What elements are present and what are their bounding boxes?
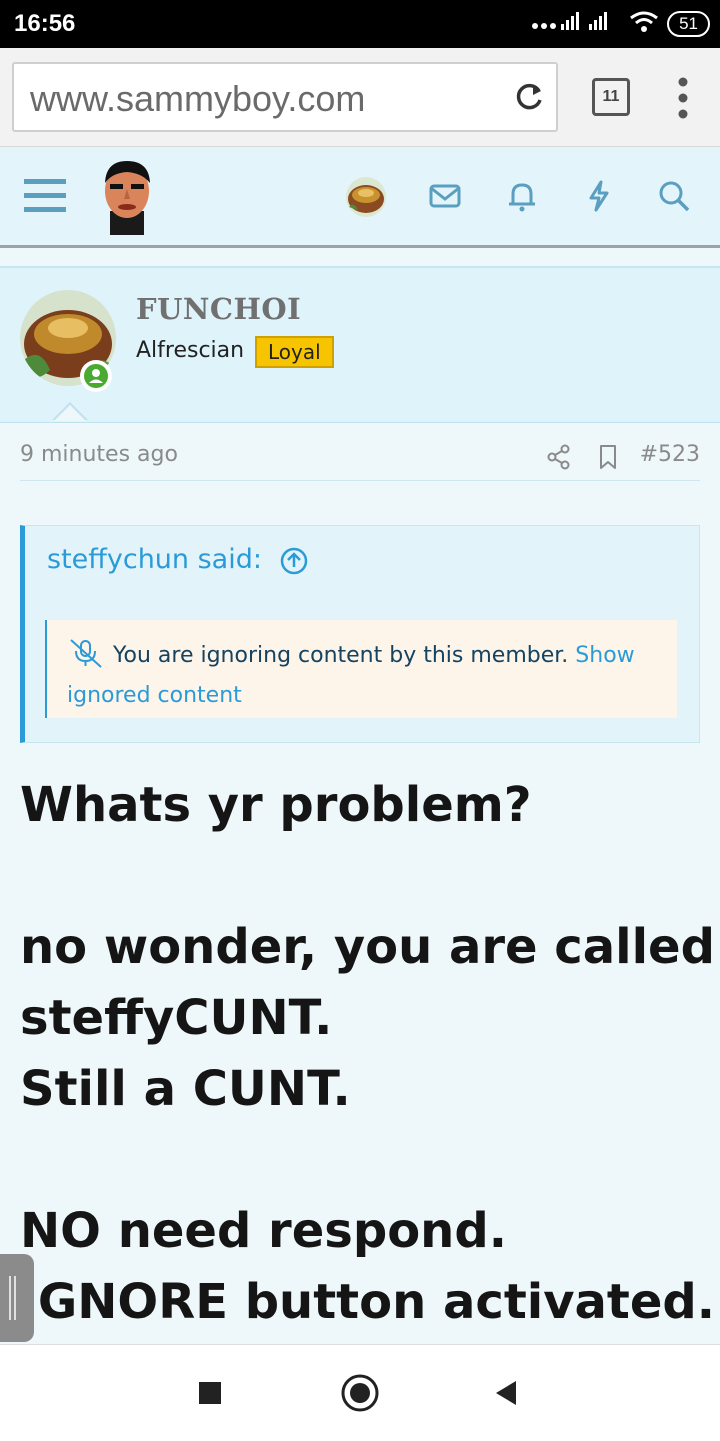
signal-icon [531, 10, 621, 38]
system-nav-bar [0, 1344, 720, 1441]
post-time[interactable]: 9 minutes ago [20, 442, 178, 467]
mute-icon [67, 638, 105, 679]
post-line [20, 1125, 710, 1196]
menu-icon[interactable] [24, 177, 66, 217]
quote-block: steffychun said: You are ignoring conten… [20, 525, 700, 743]
side-drawer-handle[interactable] [0, 1254, 34, 1342]
ignored-content-notice: You are ignoring content by this member.… [45, 620, 677, 718]
online-indicator [80, 360, 112, 392]
post-body: Whats yr problem? no wonder, you are cal… [20, 770, 715, 1338]
user-online-icon [84, 364, 108, 388]
post-line: no wonder, you are called [20, 919, 715, 975]
more-menu-icon[interactable] [676, 76, 690, 124]
status-time: 16:56 [14, 10, 76, 37]
share-icon[interactable] [546, 444, 572, 474]
bookmark-icon[interactable] [596, 444, 620, 474]
author-badge: Loyal [255, 336, 334, 368]
bolt-icon[interactable] [582, 179, 616, 217]
post-meta: 9 minutes ago #523 [20, 436, 700, 481]
post-line [20, 841, 710, 912]
post-author-card: FUNCHOI Alfrescian Loyal [0, 266, 720, 423]
author-name[interactable]: FUNCHOI [136, 292, 301, 326]
reload-icon[interactable] [512, 80, 546, 118]
ignored-text-wrap: You are ignoring content by this member.… [67, 638, 667, 713]
home-icon[interactable] [340, 1373, 380, 1417]
recents-icon[interactable] [198, 1381, 222, 1409]
search-icon[interactable] [657, 179, 691, 217]
wifi-icon [629, 10, 659, 38]
url-text[interactable]: www.sammyboy.com [30, 78, 365, 120]
tabs-button[interactable]: 11 [592, 78, 630, 116]
post-line: Whats yr problem? [20, 777, 532, 833]
arrow-up-circle-icon[interactable] [279, 546, 309, 580]
post-line: steffyCUNT. [20, 990, 333, 1046]
quote-author[interactable]: steffychun said: [47, 544, 262, 575]
post-line: Still a CUNT. [20, 1061, 351, 1117]
author-title: Alfrescian [136, 338, 245, 363]
post-line: NO need respond. [20, 1203, 507, 1259]
ignored-message: You are ignoring content by this member. [113, 643, 569, 668]
card-pointer-inner [54, 405, 86, 421]
post-line: IGNORE button activated. [20, 1274, 715, 1330]
user-avatar[interactable] [346, 177, 386, 217]
address-bar[interactable]: www.sammyboy.com [12, 62, 558, 132]
back-icon[interactable] [494, 1379, 518, 1411]
post-number[interactable]: #523 [640, 442, 700, 467]
battery-icon: 51 [667, 11, 710, 37]
inbox-icon[interactable] [428, 179, 462, 217]
status-icons: 51 [531, 8, 710, 40]
browser-toolbar: www.sammyboy.com 11 [0, 48, 720, 147]
site-header [0, 147, 720, 248]
site-logo[interactable] [96, 157, 158, 239]
status-bar: 16:56 51 [0, 0, 720, 48]
bell-icon[interactable] [505, 179, 539, 217]
